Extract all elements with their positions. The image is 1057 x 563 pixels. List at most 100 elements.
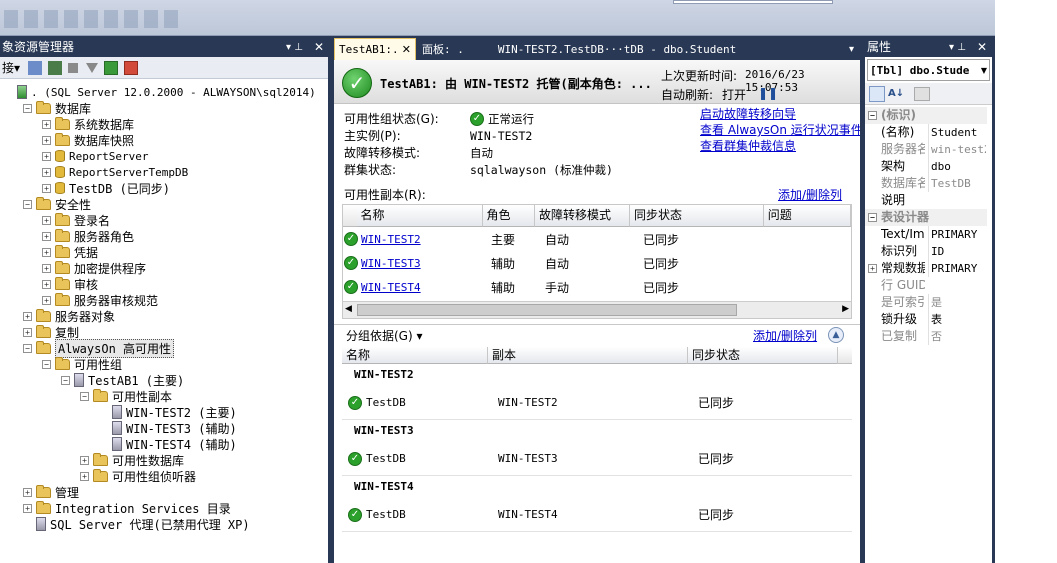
- databases-column-header[interactable]: 副本: [488, 346, 688, 364]
- pause-icon[interactable]: ❚❚: [758, 86, 778, 100]
- replicas-column-header[interactable]: 问题: [763, 205, 851, 227]
- tree-node[interactable]: . (SQL Server 12.0.2000 - ALWAYSON\sql20…: [4, 84, 316, 100]
- tree-node[interactable]: + ReportServer: [42, 148, 148, 164]
- tab-close-icon[interactable]: ✕: [402, 43, 411, 56]
- toolbar-buttons[interactable]: [4, 10, 184, 28]
- connect-button[interactable]: 接▾: [2, 59, 20, 76]
- sort-alpha-icon[interactable]: A↓: [888, 88, 904, 99]
- tab-dropdown-icon[interactable]: ▾: [849, 44, 854, 55]
- property-row[interactable]: 说明: [865, 192, 987, 209]
- tree-node[interactable]: + 可用性组侦听器: [80, 468, 196, 484]
- expand-icon[interactable]: +: [42, 295, 51, 305]
- property-value[interactable]: Student: [928, 124, 986, 141]
- databases-column-header[interactable]: 名称: [342, 346, 488, 364]
- tree-node[interactable]: − 可用性副本: [80, 388, 172, 404]
- pin-icon[interactable]: ▾ ⊥: [286, 38, 303, 57]
- filter-icon[interactable]: [86, 62, 99, 73]
- collapse-icon[interactable]: ▲: [828, 327, 844, 343]
- stop-icon[interactable]: [68, 62, 79, 73]
- tree-node[interactable]: − 可用性组: [42, 356, 122, 372]
- property-row[interactable]: 是可索引是: [865, 294, 987, 311]
- collapse-icon[interactable]: −: [42, 359, 51, 369]
- replica-row[interactable]: ✓ WIN-TEST3 辅助 自动 已同步: [343, 251, 851, 275]
- collapse-icon[interactable]: −: [23, 199, 32, 209]
- tree-node[interactable]: − 数据库: [23, 100, 91, 116]
- properties-object-selector[interactable]: [Tbl] dbo.Stude ▼: [867, 59, 990, 81]
- activity-monitor-icon[interactable]: [124, 60, 139, 75]
- tree-node[interactable]: + 可用性数据库: [80, 452, 184, 468]
- tree-node[interactable]: + 服务器角色: [42, 228, 134, 244]
- replica-name-link[interactable]: WIN-TEST4: [361, 281, 487, 294]
- property-row[interactable]: 服务器名 win-test2: [865, 141, 987, 158]
- tree-node[interactable]: + TestDB (已同步): [42, 180, 170, 196]
- databases-add-remove-columns[interactable]: 添加/删除列: [753, 327, 817, 344]
- health-events-link[interactable]: 查看 AlwaysOn 运行状况事件: [700, 122, 863, 138]
- pin-icon[interactable]: ▾ ⊥: [949, 38, 966, 57]
- replica-row[interactable]: ✓ WIN-TEST4 辅助 手动 已同步: [343, 275, 851, 299]
- expand-icon[interactable]: +: [868, 264, 877, 273]
- tree-node[interactable]: SQL Server 代理(已禁用代理 XP): [23, 516, 250, 532]
- replicas-hscrollbar[interactable]: ◀ ▶: [343, 301, 851, 318]
- database-row[interactable]: ✓ TestDB WIN-TEST4 已同步: [342, 498, 852, 532]
- close-icon[interactable]: ✕: [977, 38, 987, 57]
- expand-icon[interactable]: +: [42, 215, 51, 225]
- replicas-column-header[interactable]: 角色: [482, 205, 535, 227]
- tree-node[interactable]: WIN-TEST2 (主要): [99, 404, 237, 420]
- tree-node[interactable]: + 登录名: [42, 212, 110, 228]
- property-value[interactable]: PRIMARY: [928, 226, 986, 243]
- tab-panel[interactable]: 面板: .: [422, 41, 464, 57]
- expand-icon[interactable]: +: [80, 471, 89, 481]
- quorum-info-link[interactable]: 查看群集仲裁信息: [700, 138, 860, 154]
- replicas-column-header[interactable]: 同步状态: [629, 205, 764, 227]
- expand-icon[interactable]: +: [42, 231, 51, 241]
- expand-icon[interactable]: +: [80, 455, 89, 465]
- refresh-icon[interactable]: [104, 60, 119, 75]
- connect-icon[interactable]: [28, 60, 43, 75]
- property-value[interactable]: 否: [928, 328, 986, 345]
- property-row[interactable]: + 常规数据 PRIMARY: [865, 260, 987, 277]
- property-row[interactable]: Text/ImaPRIMARY: [865, 226, 987, 243]
- tree-node[interactable]: + Integration Services 目录: [23, 500, 231, 516]
- property-value[interactable]: 是: [928, 294, 986, 311]
- collapse-icon[interactable]: −: [61, 375, 70, 385]
- property-row[interactable]: 数据库名 TestDB: [865, 175, 987, 192]
- property-row[interactable]: 锁升级表: [865, 311, 987, 328]
- expand-icon[interactable]: +: [42, 135, 51, 145]
- categorized-icon[interactable]: [869, 85, 885, 102]
- property-value[interactable]: dbo: [928, 158, 986, 175]
- tree-node[interactable]: + 服务器对象: [23, 308, 115, 324]
- tree-node[interactable]: − TestAB1 (主要): [61, 372, 184, 388]
- tab-table-designer[interactable]: WIN-TEST2.TestDB···tDB - dbo.Student: [498, 43, 736, 56]
- collapse-icon[interactable]: −: [868, 213, 877, 222]
- scroll-thumb[interactable]: [357, 304, 737, 316]
- expand-icon[interactable]: +: [23, 311, 32, 321]
- tree-node[interactable]: + 审核: [42, 276, 98, 292]
- expand-icon[interactable]: +: [42, 247, 51, 257]
- property-category[interactable]: − 表设计器: [865, 209, 987, 226]
- property-value[interactable]: TestDB: [928, 175, 986, 192]
- tab-testab1[interactable]: TestAB1:. ✕: [334, 38, 416, 60]
- property-value[interactable]: 表: [928, 311, 986, 328]
- expand-icon[interactable]: +: [23, 327, 32, 337]
- expand-icon[interactable]: +: [23, 487, 32, 497]
- scroll-right-icon[interactable]: ▶: [842, 304, 849, 314]
- databases-column-header[interactable]: 同步状态: [688, 346, 838, 364]
- collapse-icon[interactable]: −: [80, 391, 89, 401]
- group-by-dropdown[interactable]: 分组依据(G) ▾: [346, 327, 423, 344]
- tree-node[interactable]: + 凭据: [42, 244, 98, 260]
- tree-node[interactable]: − 安全性: [23, 196, 91, 212]
- expand-icon[interactable]: +: [42, 119, 51, 129]
- collapse-icon[interactable]: −: [23, 343, 32, 353]
- property-row[interactable]: 已复制否: [865, 328, 987, 345]
- expand-icon[interactable]: +: [42, 263, 51, 273]
- property-value[interactable]: ID: [928, 243, 986, 260]
- toolbar-combo[interactable]: [673, 0, 833, 4]
- property-category[interactable]: − (标识): [865, 107, 987, 124]
- tree-node[interactable]: + 加密提供程序: [42, 260, 146, 276]
- failover-wizard-link[interactable]: 启动故障转移向导: [700, 106, 860, 122]
- tree-node[interactable]: + 数据库快照: [42, 132, 134, 148]
- replicas-add-remove-columns[interactable]: 添加/删除列: [778, 186, 842, 203]
- tree-node[interactable]: + 系统数据库: [42, 116, 134, 132]
- property-value[interactable]: PRIMARY: [928, 260, 986, 277]
- database-row[interactable]: ✓ TestDB WIN-TEST3 已同步: [342, 442, 852, 476]
